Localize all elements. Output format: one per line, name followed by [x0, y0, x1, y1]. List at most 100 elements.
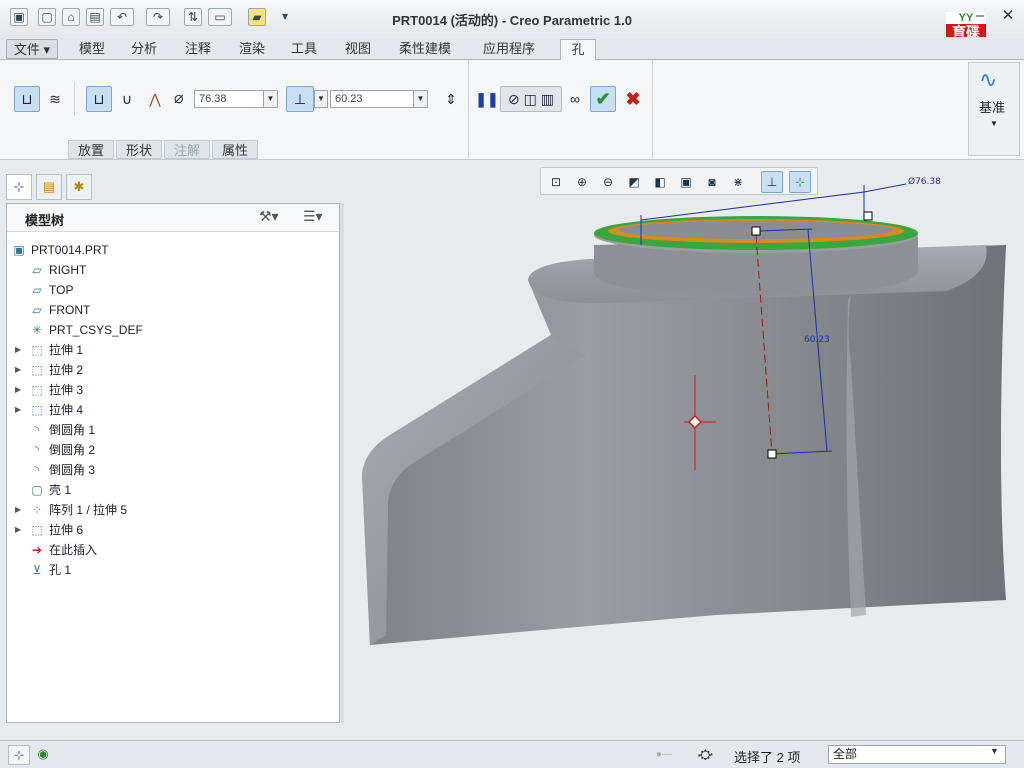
- subtab-placement[interactable]: 放置: [68, 140, 114, 159]
- tree-item-extrude-6[interactable]: ▶ ⬚ 拉伸 6: [7, 520, 337, 540]
- expand-arrow-icon[interactable]: ▶: [15, 500, 23, 520]
- preview-icon[interactable]: ⊘ ◫ ▥: [500, 86, 562, 112]
- diameter-dimension-label[interactable]: Ø76.38: [908, 177, 941, 187]
- depth-handle-bottom[interactable]: [767, 449, 777, 459]
- tree-item-label: PRT0014.PRT: [31, 243, 109, 257]
- shell-icon: ▢: [31, 483, 43, 497]
- graphics-area[interactable]: Ø76.38 60.23: [346, 165, 1024, 737]
- depth-type-dropdown[interactable]: ▼: [314, 90, 328, 108]
- favorites-tab-icon[interactable]: ✱: [66, 174, 92, 200]
- tree-item-root[interactable]: ▣ PRT0014.PRT: [7, 240, 337, 260]
- display-style-icon[interactable]: ◧: [649, 171, 671, 193]
- datum-display-icon[interactable]: ⋇: [727, 171, 749, 193]
- tree-item-insert-here[interactable]: ➔ 在此插入: [7, 540, 337, 560]
- tree-item-label: 拉伸 4: [49, 403, 84, 417]
- tree-item-extrude-4[interactable]: ▶ ⬚ 拉伸 4: [7, 400, 337, 420]
- refit-icon[interactable]: ⊡: [545, 171, 567, 193]
- selection-filter[interactable]: 全部: [828, 745, 1006, 764]
- tab-model[interactable]: 模型: [72, 39, 112, 59]
- tab-view[interactable]: 视图: [338, 39, 378, 59]
- find-icon[interactable]: ⛮: [698, 746, 713, 763]
- verify-icon[interactable]: ∞: [562, 86, 588, 112]
- zoom-out-icon[interactable]: ⊖: [597, 171, 619, 193]
- subtab-properties[interactable]: 属性: [212, 140, 258, 159]
- tree-item-label: 壳 1: [49, 483, 72, 497]
- tree-item-right[interactable]: ▱ RIGHT: [7, 260, 337, 280]
- tree-item-round-3[interactable]: ◝ 倒圆角 3: [7, 460, 337, 480]
- tree-item-round-1[interactable]: ◝ 倒圆角 1: [7, 420, 337, 440]
- tree-item-shell-1[interactable]: ▢ 壳 1: [7, 480, 337, 500]
- tree-item-top[interactable]: ▱ TOP: [7, 280, 337, 300]
- depth-blind-icon[interactable]: ⊥: [286, 86, 314, 112]
- datum-group[interactable]: ∿ 基准 ▼: [968, 62, 1020, 156]
- diameter-input[interactable]: 76.38: [194, 90, 264, 108]
- ok-icon[interactable]: ✔: [590, 86, 616, 112]
- close-icon[interactable]: ✕: [1000, 8, 1016, 24]
- datum-plane-icon: ▱: [32, 303, 42, 317]
- simple-hole-icon[interactable]: ⊔: [14, 86, 40, 112]
- subtab-shape[interactable]: 形状: [116, 140, 162, 159]
- standard-hole-icon[interactable]: ≋: [42, 86, 68, 112]
- expand-arrow-icon[interactable]: ▶: [15, 360, 23, 380]
- extrude-icon: ⬚: [31, 343, 43, 357]
- tree-item-round-2[interactable]: ◝ 倒圆角 2: [7, 440, 337, 460]
- depth-dropdown[interactable]: ▼: [414, 90, 428, 108]
- model-tree-header: 模型树 ⚒▾ ☰▾: [7, 204, 339, 232]
- browser-toggle-icon[interactable]: ◉: [32, 745, 54, 765]
- tree-item-front[interactable]: ▱ FRONT: [7, 300, 337, 320]
- tab-tools[interactable]: 工具: [284, 39, 324, 59]
- cancel-icon[interactable]: ✖: [620, 86, 646, 112]
- tree-item-label: TOP: [49, 283, 74, 297]
- sketch-profile-icon[interactable]: ⋀: [142, 86, 168, 112]
- tree-settings-icon[interactable]: ⚒▾: [259, 208, 279, 225]
- regen-status-icon: ●—: [656, 749, 673, 760]
- tree-item-label: 在此插入: [49, 543, 98, 557]
- filter-dropdown-icon[interactable]: ▼: [990, 746, 999, 756]
- tab-flexible-modeling[interactable]: 柔性建模: [390, 39, 460, 59]
- toggle-navigator-icon[interactable]: ⊹: [8, 745, 30, 765]
- model-tree-panel: 模型树 ⚒▾ ☰▾ ▣ PRT0014.PRT ▱ RIGHT ▱ TOP ▱ FRONT ✳ P…: [6, 203, 340, 723]
- tree-item-extrude-3[interactable]: ▶ ⬚ 拉伸 3: [7, 380, 337, 400]
- repaint-icon[interactable]: ◩: [623, 171, 645, 193]
- diameter-dimension-line: [640, 191, 865, 221]
- tab-hole[interactable]: 孔: [560, 39, 596, 61]
- depth-dimension-label[interactable]: 60.23: [804, 335, 830, 345]
- tab-analysis[interactable]: 分析: [124, 39, 164, 59]
- tree-item-extrude-1[interactable]: ▶ ⬚ 拉伸 1: [7, 340, 337, 360]
- panel-splitter[interactable]: [340, 203, 344, 723]
- round-icon: ◝: [34, 443, 40, 457]
- tab-applications[interactable]: 应用程序: [474, 39, 544, 59]
- tree-item-extrude-2[interactable]: ▶ ⬚ 拉伸 2: [7, 360, 337, 380]
- view-manager-icon[interactable]: ◙: [701, 171, 723, 193]
- tab-render[interactable]: 渲染: [232, 39, 272, 59]
- annotation-display-icon[interactable]: ⊥: [761, 171, 783, 193]
- pause-icon[interactable]: ❚❚: [474, 86, 500, 112]
- depth-input[interactable]: 60.23: [330, 90, 414, 108]
- standard-profile-icon[interactable]: ∪: [114, 86, 140, 112]
- diameter-handle[interactable]: [863, 211, 873, 221]
- spin-center-icon[interactable]: ⊹: [789, 171, 811, 193]
- expand-arrow-icon[interactable]: ▶: [15, 380, 23, 400]
- tree-item-hole-1[interactable]: ⊻ 孔 1: [7, 560, 337, 580]
- tab-annotate[interactable]: 注释: [178, 39, 218, 59]
- expand-arrow-icon[interactable]: ▶: [15, 400, 23, 420]
- flat-profile-icon[interactable]: ⊔: [86, 86, 112, 112]
- minimize-icon[interactable]: –: [972, 8, 988, 24]
- tree-columns-icon[interactable]: ☰▾: [303, 208, 323, 225]
- saved-views-icon[interactable]: ▣: [675, 171, 697, 193]
- flip-direction-icon[interactable]: ⇕: [438, 86, 464, 112]
- expand-arrow-icon[interactable]: ▶: [15, 520, 23, 540]
- depth-handle-top[interactable]: [751, 226, 761, 236]
- zoom-in-icon[interactable]: ⊕: [571, 171, 593, 193]
- tree-item-pattern-1[interactable]: ▶ ⁘ 阵列 1 / 拉伸 5: [7, 500, 337, 520]
- folder-browser-tab-icon[interactable]: ▤: [36, 174, 62, 200]
- tab-file[interactable]: 文件 ▾: [6, 39, 58, 59]
- diameter-dropdown[interactable]: ▼: [264, 90, 278, 108]
- extrude-icon: ⬚: [31, 363, 43, 377]
- part-model-svg: [362, 183, 1006, 645]
- tree-item-csys[interactable]: ✳ PRT_CSYS_DEF: [7, 320, 337, 340]
- expand-arrow-icon[interactable]: ▶: [15, 340, 23, 360]
- model-tree-tab-icon[interactable]: ⊹: [6, 174, 32, 200]
- subtab-note[interactable]: 注解: [164, 140, 210, 159]
- diameter-icon: ⌀: [174, 90, 184, 107]
